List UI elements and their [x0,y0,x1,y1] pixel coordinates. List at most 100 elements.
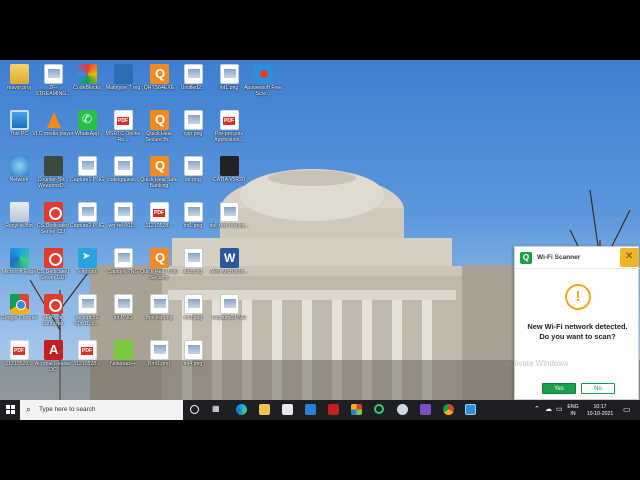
desktop-icon-label: dell test results... [209,223,249,229]
cs-server-icon [44,248,63,268]
recycle-bin-icon [10,202,29,222]
desktop-icon[interactable]: CATIA V5R20 [210,154,248,196]
whatsapp-icon [78,110,97,130]
desktop-icon[interactable]: int.png [174,154,212,196]
notification-icon[interactable]: ▭ [623,405,631,414]
widgets-icon[interactable]: ▦ [212,404,223,415]
quickheal-icon [150,110,169,130]
image-icon [114,248,133,268]
image-icon [114,294,133,314]
chrome-icon [10,294,29,314]
pdf-icon [10,340,29,360]
office-icon[interactable] [351,404,362,415]
desktop-icon[interactable]: wq-rel-001... [104,200,142,242]
desktop-icon[interactable]: int3.png [174,292,212,334]
popup-title: Wi-Fi Scanner [537,254,581,261]
close-icon[interactable] [620,248,639,267]
desktop-icon[interactable]: New Microsoft... [210,246,248,288]
cs-server-icon [44,202,63,222]
image-icon [220,64,239,84]
acrobat-icon [44,340,63,360]
counter-strike-icon [44,156,63,176]
image-icon [184,156,203,176]
image-icon [220,202,239,222]
desktop-icon[interactable]: receipt 39 50c01c8... [68,292,106,334]
codeblocks-icon [78,64,97,84]
desktop-icon[interactable]: int4.png [174,338,212,380]
quickheal-logo-icon: Q [520,252,532,264]
language-indicator[interactable]: ENG IN [566,404,580,420]
desktop-icon[interactable]: Capture2.PNG [68,200,106,242]
edge-icon [10,248,29,268]
desktop-icon[interactable]: dell test results... [210,200,248,242]
desktop-icon[interactable]: cpp.png [174,108,212,150]
desktop-icon-label: int4.png [183,361,203,367]
desktop-icon[interactable]: Pre-process Application... [210,108,248,150]
vlc-icon [44,110,63,130]
task-view-icon[interactable] [190,405,199,414]
search-icon: ⌕ [26,404,32,414]
app-green-icon[interactable] [374,404,384,414]
image-icon [184,110,203,130]
battery-icon[interactable]: ▭ [556,405,563,413]
yes-button[interactable]: Yes [542,383,576,394]
desktop-icon[interactable]: CodeBlocks [68,62,106,104]
people-icon[interactable]: ⌃ [534,405,540,413]
windows-logo-icon [6,405,10,409]
activate-windows-watermark: Activate Windows [505,359,569,368]
desktop-icon[interactable]: Apowersoft Free Scre... [244,62,282,104]
desktop-icon[interactable]: Untitled2... [174,62,212,104]
taskbar-search-box[interactable]: ⌕ Type here to search [20,400,183,420]
desktop-icon[interactable]: 11210528... [68,338,106,380]
image-icon [78,294,97,314]
desktop-icon[interactable]: Notepad++ [104,338,142,380]
screen-recorder-icon[interactable] [465,404,476,415]
desktop-icon[interactable]: MSRTC Online Re... [104,108,142,150]
app-cloud-icon[interactable] [397,404,408,415]
desktop-icon-label: Apowersoft Free Scre... [243,85,283,97]
image-icon [114,202,133,222]
start-button[interactable] [0,400,20,420]
desktop-icon[interactable]: int2.png [174,246,212,288]
desktop-icon[interactable]: WhatsApp [68,108,106,150]
desktop-icon-label: New Microsoft... [210,269,248,275]
store-icon[interactable] [282,404,293,415]
catia-icon [220,156,239,176]
image-icon [150,294,169,314]
notepad-icon [114,340,133,360]
desktop-icon[interactable]: int1.png [174,200,212,242]
file-explorer-icon[interactable] [259,404,270,415]
image-icon [44,64,63,84]
pdf-icon [150,202,169,222]
warning-icon: ! [565,284,591,310]
popup-message: New Wi-Fi network detected. Do you want … [519,322,636,342]
installer-icon [150,64,169,84]
cloud-icon[interactable]: ☁ [545,405,552,413]
taskbar: ⌕ Type here to search ▦ ⌃ ☁ ▭ ENG IN 10:… [0,400,640,420]
chrome-icon[interactable] [443,404,454,415]
acrobat-icon[interactable] [328,404,339,415]
desktop-icon[interactable]: Capture1.PNG [68,154,106,196]
wifi-scanner-popup: Q Wi-Fi Scanner ! New Wi-Fi network dete… [505,246,640,400]
desktop-icon[interactable]: Capture1.PNG [210,292,248,334]
word-icon [220,248,239,268]
pdf-icon [220,110,239,130]
mathtype-icon [114,64,133,84]
popup-header: Q Wi-Fi Scanner [515,247,640,269]
visual-studio-icon[interactable] [420,404,431,415]
image-icon [184,64,203,84]
desktop-icon[interactable]: int.PNG [104,292,142,334]
desktop-icon[interactable]: codingquest... [104,154,142,196]
image-icon [78,202,97,222]
network-icon [10,156,29,176]
desktop-icon[interactable]: Mathtype 7.reg [104,62,142,104]
desktop-icon[interactable]: Capture.PNG [104,246,142,288]
clock[interactable]: 10:17 10-10-2021 [582,404,618,420]
mail-icon[interactable] [305,404,316,415]
clock-date: 10-10-2021 [586,410,614,417]
no-button[interactable]: No [581,383,615,394]
edge-icon[interactable] [236,404,247,415]
image-icon [150,340,169,360]
desktop-icon-label: Capture1.PNG [211,315,247,321]
desktop-icon[interactable]: Telegram [68,246,106,288]
